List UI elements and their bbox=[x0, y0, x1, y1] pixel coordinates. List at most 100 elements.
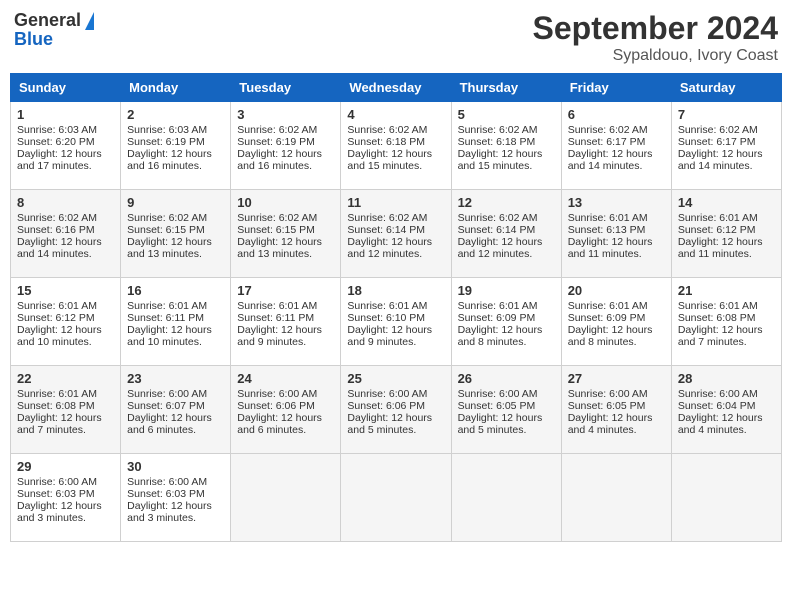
sunset-label: Sunset: 6:11 PM bbox=[237, 312, 314, 324]
table-row: 11 Sunrise: 6:02 AM Sunset: 6:14 PM Dayl… bbox=[341, 190, 451, 278]
table-row: 26 Sunrise: 6:00 AM Sunset: 6:05 PM Dayl… bbox=[451, 366, 561, 454]
daylight-minutes: and 6 minutes. bbox=[127, 424, 196, 436]
daylight-minutes: and 16 minutes. bbox=[127, 160, 202, 172]
daylight-minutes: and 3 minutes. bbox=[17, 512, 86, 524]
daylight-minutes: and 15 minutes. bbox=[458, 160, 533, 172]
sunset-label: Sunset: 6:12 PM bbox=[678, 224, 756, 236]
daylight-label: Daylight: 12 hours bbox=[347, 236, 432, 248]
col-friday: Friday bbox=[561, 74, 671, 102]
daylight-label: Daylight: 12 hours bbox=[127, 148, 212, 160]
table-row: 29 Sunrise: 6:00 AM Sunset: 6:03 PM Dayl… bbox=[11, 454, 121, 542]
sunrise-label: Sunrise: 6:02 AM bbox=[458, 124, 538, 136]
logo: General Blue bbox=[14, 10, 94, 50]
sunrise-label: Sunrise: 6:01 AM bbox=[17, 388, 97, 400]
sunset-label: Sunset: 6:20 PM bbox=[17, 136, 95, 148]
daylight-label: Daylight: 12 hours bbox=[17, 412, 102, 424]
daylight-label: Daylight: 12 hours bbox=[458, 412, 543, 424]
sunrise-label: Sunrise: 6:00 AM bbox=[237, 388, 317, 400]
col-wednesday: Wednesday bbox=[341, 74, 451, 102]
sunset-label: Sunset: 6:14 PM bbox=[347, 224, 425, 236]
title-area: September 2024 Sypaldouo, Ivory Coast bbox=[533, 10, 778, 65]
sunset-label: Sunset: 6:16 PM bbox=[17, 224, 95, 236]
table-row: 9 Sunrise: 6:02 AM Sunset: 6:15 PM Dayli… bbox=[121, 190, 231, 278]
table-row: 25 Sunrise: 6:00 AM Sunset: 6:06 PM Dayl… bbox=[341, 366, 451, 454]
sunrise-label: Sunrise: 6:00 AM bbox=[678, 388, 758, 400]
daylight-label: Daylight: 12 hours bbox=[347, 148, 432, 160]
daylight-label: Daylight: 12 hours bbox=[458, 148, 543, 160]
daylight-minutes: and 10 minutes. bbox=[17, 336, 92, 348]
sunset-label: Sunset: 6:19 PM bbox=[237, 136, 315, 148]
day-number: 7 bbox=[678, 107, 775, 122]
daylight-minutes: and 9 minutes. bbox=[347, 336, 416, 348]
day-number: 19 bbox=[458, 283, 555, 298]
header: General Blue September 2024 Sypaldouo, I… bbox=[10, 10, 782, 65]
sunset-label: Sunset: 6:17 PM bbox=[568, 136, 646, 148]
table-row: 12 Sunrise: 6:02 AM Sunset: 6:14 PM Dayl… bbox=[451, 190, 561, 278]
daylight-label: Daylight: 12 hours bbox=[678, 236, 763, 248]
sunset-label: Sunset: 6:12 PM bbox=[17, 312, 95, 324]
daylight-minutes: and 9 minutes. bbox=[237, 336, 306, 348]
table-row: 19 Sunrise: 6:01 AM Sunset: 6:09 PM Dayl… bbox=[451, 278, 561, 366]
daylight-label: Daylight: 12 hours bbox=[678, 148, 763, 160]
day-number: 22 bbox=[17, 371, 114, 386]
sunset-label: Sunset: 6:13 PM bbox=[568, 224, 646, 236]
daylight-label: Daylight: 12 hours bbox=[568, 324, 653, 336]
sunset-label: Sunset: 6:06 PM bbox=[347, 400, 425, 412]
sunrise-label: Sunrise: 6:01 AM bbox=[17, 300, 97, 312]
month-title: September 2024 bbox=[533, 10, 778, 47]
sunrise-label: Sunrise: 6:02 AM bbox=[347, 124, 427, 136]
sunrise-label: Sunrise: 6:02 AM bbox=[678, 124, 758, 136]
sunrise-label: Sunrise: 6:03 AM bbox=[17, 124, 97, 136]
table-row: 1 Sunrise: 6:03 AM Sunset: 6:20 PM Dayli… bbox=[11, 102, 121, 190]
day-number: 13 bbox=[568, 195, 665, 210]
day-number: 5 bbox=[458, 107, 555, 122]
daylight-minutes: and 16 minutes. bbox=[237, 160, 312, 172]
sunset-label: Sunset: 6:19 PM bbox=[127, 136, 205, 148]
table-row: 8 Sunrise: 6:02 AM Sunset: 6:16 PM Dayli… bbox=[11, 190, 121, 278]
daylight-label: Daylight: 12 hours bbox=[568, 412, 653, 424]
table-row: 30 Sunrise: 6:00 AM Sunset: 6:03 PM Dayl… bbox=[121, 454, 231, 542]
sunset-label: Sunset: 6:18 PM bbox=[458, 136, 536, 148]
day-number: 29 bbox=[17, 459, 114, 474]
day-number: 28 bbox=[678, 371, 775, 386]
day-number: 11 bbox=[347, 195, 444, 210]
table-row: 10 Sunrise: 6:02 AM Sunset: 6:15 PM Dayl… bbox=[231, 190, 341, 278]
sunset-label: Sunset: 6:17 PM bbox=[678, 136, 756, 148]
sunset-label: Sunset: 6:11 PM bbox=[127, 312, 204, 324]
daylight-label: Daylight: 12 hours bbox=[347, 324, 432, 336]
day-number: 30 bbox=[127, 459, 224, 474]
day-number: 27 bbox=[568, 371, 665, 386]
daylight-label: Daylight: 12 hours bbox=[17, 148, 102, 160]
sunrise-label: Sunrise: 6:00 AM bbox=[127, 476, 207, 488]
day-number: 4 bbox=[347, 107, 444, 122]
daylight-label: Daylight: 12 hours bbox=[17, 236, 102, 248]
sunset-label: Sunset: 6:03 PM bbox=[17, 488, 95, 500]
daylight-label: Daylight: 12 hours bbox=[347, 412, 432, 424]
daylight-label: Daylight: 12 hours bbox=[237, 148, 322, 160]
sunrise-label: Sunrise: 6:02 AM bbox=[127, 212, 207, 224]
sunrise-label: Sunrise: 6:01 AM bbox=[127, 300, 207, 312]
location-title: Sypaldouo, Ivory Coast bbox=[533, 47, 778, 65]
daylight-label: Daylight: 12 hours bbox=[568, 148, 653, 160]
logo-blue-text: Blue bbox=[14, 29, 53, 50]
day-number: 17 bbox=[237, 283, 334, 298]
daylight-minutes: and 17 minutes. bbox=[17, 160, 92, 172]
sunrise-label: Sunrise: 6:01 AM bbox=[568, 212, 648, 224]
sunrise-label: Sunrise: 6:00 AM bbox=[127, 388, 207, 400]
sunset-label: Sunset: 6:08 PM bbox=[17, 400, 95, 412]
table-row bbox=[671, 454, 781, 542]
sunset-label: Sunset: 6:09 PM bbox=[568, 312, 646, 324]
daylight-label: Daylight: 12 hours bbox=[678, 412, 763, 424]
logo-general-text: General bbox=[14, 10, 81, 31]
daylight-minutes: and 7 minutes. bbox=[17, 424, 86, 436]
daylight-label: Daylight: 12 hours bbox=[237, 324, 322, 336]
col-tuesday: Tuesday bbox=[231, 74, 341, 102]
sunrise-label: Sunrise: 6:00 AM bbox=[568, 388, 648, 400]
table-row: 5 Sunrise: 6:02 AM Sunset: 6:18 PM Dayli… bbox=[451, 102, 561, 190]
daylight-minutes: and 14 minutes. bbox=[678, 160, 753, 172]
sunrise-label: Sunrise: 6:00 AM bbox=[347, 388, 427, 400]
col-thursday: Thursday bbox=[451, 74, 561, 102]
daylight-minutes: and 15 minutes. bbox=[347, 160, 422, 172]
table-row: 3 Sunrise: 6:02 AM Sunset: 6:19 PM Dayli… bbox=[231, 102, 341, 190]
sunset-label: Sunset: 6:18 PM bbox=[347, 136, 425, 148]
